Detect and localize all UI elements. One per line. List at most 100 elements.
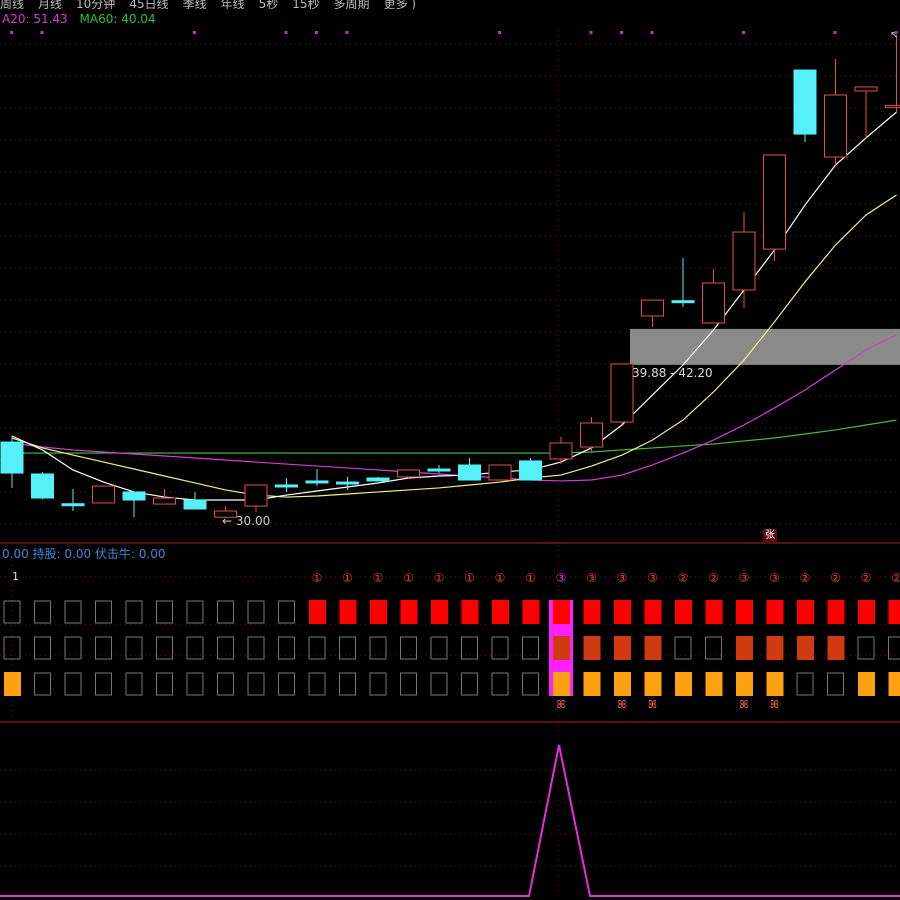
circle-label: ② (830, 571, 841, 585)
circle-label: ② (861, 571, 872, 585)
row2-empty-cell (522, 636, 539, 660)
toolbar-item[interactable]: 月线 (38, 0, 62, 9)
toolbar-item[interactable]: 10分钟 (76, 0, 115, 9)
row2-filled-cell (614, 636, 631, 660)
row3-empty-cell (461, 672, 478, 696)
candle-up (610, 363, 634, 423)
row2-empty-cell (888, 636, 900, 660)
candle-up (763, 154, 786, 250)
candle-up (885, 104, 900, 108)
ma-legend: A20: 51.43 MA60: 40.04 (2, 12, 156, 26)
candle-up (824, 94, 847, 158)
row2-filled-cell (797, 636, 814, 660)
row3-empty-cell (156, 672, 173, 696)
row3-empty-cell (247, 672, 265, 696)
price-band-label: 39.88 - 42.20 (632, 366, 713, 380)
candle-up (580, 422, 603, 448)
row1-filled-cell (827, 600, 845, 624)
candle-down (336, 481, 359, 485)
toolbar-item[interactable]: 更多 ) (384, 0, 417, 9)
row2-empty-cell (125, 636, 143, 660)
row3-filled-cell (858, 672, 875, 696)
row1-empty-cell (95, 600, 112, 624)
row3-filled-cell (4, 672, 21, 696)
candle-down (366, 477, 390, 482)
signal-line (0, 744, 900, 897)
row2-empty-cell (308, 636, 326, 660)
circle-label: ③ (769, 571, 780, 585)
zhang-badge[interactable]: 张 (763, 529, 777, 543)
row1-empty-cell (247, 600, 265, 624)
row3-empty-cell (34, 672, 51, 696)
row1-filled-cell (492, 600, 509, 624)
candle-down (305, 480, 329, 484)
row2-empty-cell (705, 636, 722, 660)
row1-filled-cell (644, 600, 662, 624)
butterfly-icon: ꕤ (648, 698, 657, 711)
circle-label: ③ (586, 571, 597, 585)
row2-filled-cell (766, 636, 784, 660)
row2-empty-cell (461, 636, 478, 660)
candle-up (854, 86, 878, 92)
row1-filled-cell (614, 600, 631, 624)
period-toolbar: 周线 月线 10分钟 45日线 季线 年线 5秒 15秒 多周期 更多 ) (0, 0, 900, 9)
row3-empty-cell (308, 672, 326, 696)
ma20-value: A20: 51.43 (2, 12, 68, 26)
top-signal-dot (345, 31, 349, 34)
row3-empty-cell (186, 672, 204, 696)
circle-label: ① (434, 571, 445, 585)
row3-filled-cell (705, 672, 723, 696)
row1-filled-cell (766, 600, 784, 624)
row3-empty-cell (64, 672, 82, 696)
toolbar-item[interactable]: 5秒 (259, 0, 279, 9)
row2-filled-cell (583, 636, 601, 660)
circle-label: ① (342, 571, 353, 585)
row1-filled-cell (797, 600, 814, 624)
row1-empty-cell (186, 600, 204, 624)
row2-filled-cell (827, 636, 845, 660)
row3-empty-cell (400, 672, 417, 696)
row3-empty-cell (369, 672, 387, 696)
candle-down (31, 473, 54, 499)
toolbar-item[interactable]: 多周期 (334, 0, 370, 9)
candle-up (488, 464, 512, 481)
toolbar-item[interactable]: 15秒 (292, 0, 319, 9)
top-signal-dot (620, 31, 623, 34)
ma60-line (12, 419, 897, 454)
row3-filled-cell (614, 672, 631, 696)
row1-empty-cell (217, 600, 234, 624)
row2-empty-cell (339, 636, 356, 660)
candle-down (458, 464, 481, 481)
row3-empty-cell (95, 672, 112, 696)
toolbar-item[interactable]: 季线 (183, 0, 207, 9)
row1-filled-cell (309, 600, 326, 624)
top-signal-dot (650, 31, 654, 34)
toolbar-item[interactable]: 45日线 (129, 0, 168, 9)
circle-label: ③ (617, 571, 628, 585)
toolbar-item[interactable]: 周线 (0, 0, 24, 9)
candle-down (671, 300, 695, 304)
toolbar-item[interactable]: 年线 (221, 0, 245, 9)
row1-filled-cell (461, 600, 479, 624)
row3-empty-cell (217, 672, 234, 696)
candle-down (183, 499, 207, 510)
row1-empty-cell (125, 600, 143, 624)
row2-empty-cell (674, 636, 692, 660)
row3-empty-cell (278, 672, 295, 696)
row3-filled-cell (644, 672, 662, 696)
row2-empty-cell (34, 636, 51, 660)
circle-label: ① (312, 571, 323, 585)
circle-label: ② (708, 571, 719, 585)
top-signal-dot (40, 31, 44, 34)
row2-empty-cell (430, 636, 448, 660)
top-signal-dot (315, 31, 318, 34)
row1-filled-cell (400, 600, 418, 624)
row2-empty-cell (400, 636, 417, 660)
row3-empty-cell (522, 672, 539, 696)
circle-label: ① (495, 571, 506, 585)
stock-chart[interactable]: ① ① ① ① ① ① ① ① ③ ③ ③ ③ ② ② ③ ③ ② ② ② ② ꕤ ꕤ ꕤ ꕤ ꕤ ↖ (0, 0, 900, 900)
candle-down (793, 69, 817, 135)
circle-label: ③ (739, 571, 750, 585)
row2-empty-cell (857, 636, 875, 660)
circle-label: ① (373, 571, 384, 585)
